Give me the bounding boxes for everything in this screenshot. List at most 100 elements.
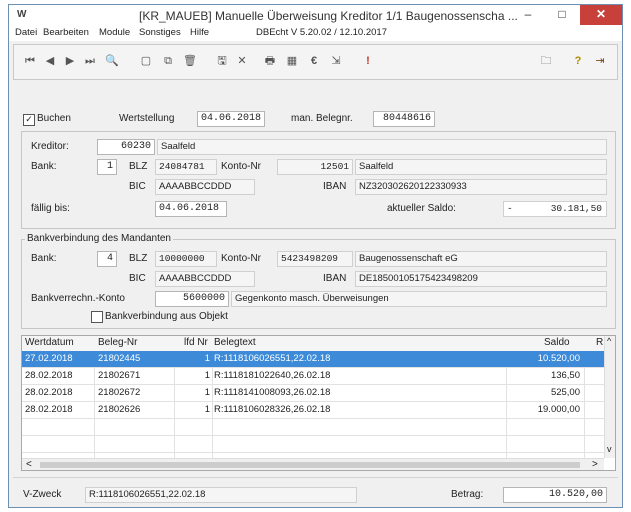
version-label: DBEcht V 5.20.02 / 12.10.2017: [256, 27, 387, 38]
menu-module[interactable]: Module: [99, 27, 130, 38]
mandant-group-legend: Bankverbindung des Mandanten: [25, 233, 173, 244]
kreditor-bank-input[interactable]: 1: [97, 159, 117, 175]
mandant-konto-field: 5423498209: [277, 251, 353, 267]
mandant-bank-input[interactable]: 4: [97, 251, 117, 267]
export-icon[interactable]: ⇲: [328, 53, 344, 69]
cell-belegtext: R:1118141008093,26.02.18: [214, 387, 331, 398]
alert-icon[interactable]: !: [360, 53, 376, 69]
kreditor-name-field: Saalfeld: [157, 139, 607, 155]
search-icon[interactable]: 🔍: [104, 53, 120, 69]
mandant-bic-label: BIC: [129, 273, 146, 284]
cancel-icon[interactable]: ✕: [234, 53, 250, 69]
kreditor-nr-input[interactable]: 60230: [97, 139, 155, 155]
cell-belegnr: 21802445: [98, 353, 141, 364]
col-header-wertdatum[interactable]: Wertdatum: [25, 336, 74, 351]
col-header-lfdnr[interactable]: lfd Nr: [184, 336, 208, 351]
buchen-label: Buchen: [37, 113, 71, 124]
scroll-right-icon[interactable]: >: [592, 459, 598, 470]
scroll-up-icon[interactable]: ^: [607, 336, 611, 346]
mandant-bic-field: AAAABBCCDDD: [155, 271, 255, 287]
previous-record-icon[interactable]: ◀: [42, 53, 58, 69]
menu-sonstiges[interactable]: Sonstiges: [139, 27, 181, 38]
belegnr-input[interactable]: 80448616: [373, 111, 435, 127]
vertical-scrollbar[interactable]: ^ v: [604, 336, 615, 458]
wertstellung-input[interactable]: 04.06.2018: [197, 111, 265, 127]
saldo-label: aktueller Saldo:: [387, 203, 456, 214]
cell-lfdnr: 1: [204, 370, 210, 381]
verrechnung-input[interactable]: 5600000: [155, 291, 229, 307]
saldo-field: - 30.181,50: [503, 201, 607, 217]
mandant-konto-label: Konto-Nr: [221, 253, 262, 264]
col-header-belegtext[interactable]: Belegtext: [214, 336, 256, 351]
cell-belegnr: 21802672: [98, 387, 141, 398]
calculator-icon[interactable]: ▦: [284, 53, 300, 69]
cell-saldo: 19.000,00: [537, 404, 580, 415]
last-record-icon[interactable]: ⏭: [82, 53, 98, 69]
table-row[interactable]: 28.02.2018 21802671 1 R:1118181022640,26…: [22, 368, 604, 384]
kreditor-bankname-field: Saalfeld: [355, 159, 607, 175]
kreditor-iban-field: NZ320302620122330933: [355, 179, 607, 195]
vzweck-label: V-Zweck: [23, 489, 62, 500]
table-row[interactable]: 28.02.2018 21802626 1 R:1118106028326,26…: [22, 402, 604, 418]
mandant-bank-label: Bank:: [31, 253, 57, 264]
next-record-icon[interactable]: ▶: [62, 53, 78, 69]
cell-lfdnr: 1: [204, 353, 210, 364]
scroll-down-icon[interactable]: v: [607, 444, 612, 454]
saldo-value: 30.181,50: [550, 203, 602, 214]
window-title: [KR_MAUEB] Manuelle Überweisung Kreditor…: [139, 9, 518, 23]
new-record-icon[interactable]: ▢: [138, 53, 154, 69]
maximize-button[interactable]: □: [546, 5, 578, 25]
cell-saldo: 525,00: [550, 387, 580, 398]
cell-belegtext: R:1118181022640,26.02.18: [214, 370, 331, 381]
cell-wertdatum: 28.02.2018: [25, 387, 73, 398]
kreditor-bic-field: AAAABBCCDDD: [155, 179, 255, 195]
delete-icon[interactable]: 🗑: [182, 53, 198, 69]
faellig-input[interactable]: 04.06.2018: [155, 201, 227, 217]
minimize-button[interactable]: –: [512, 5, 544, 25]
cell-belegtext: R:1118106028326,26.02.18: [214, 404, 331, 415]
copy-record-icon[interactable]: ⧉: [160, 53, 176, 69]
faellig-label: fällig bis:: [31, 203, 70, 214]
menu-bar: Datei Bearbeiten Module Sonstiges Hilfe …: [9, 25, 622, 41]
folder-icon[interactable]: 🗀: [538, 53, 554, 69]
kreditor-bank-label: Bank:: [31, 161, 57, 172]
mandant-blz-field: 10000000: [155, 251, 217, 267]
kreditor-blz-field: 24084781: [155, 159, 217, 175]
horizontal-scroll-thumb[interactable]: [40, 462, 580, 468]
kreditor-blz-label: BLZ: [129, 161, 148, 172]
col-header-saldo[interactable]: Saldo: [544, 336, 570, 351]
cell-wertdatum: 27.02.2018: [25, 353, 73, 364]
save-icon[interactable]: 🖫: [214, 53, 230, 69]
menu-datei[interactable]: Datei: [15, 27, 37, 38]
objekt-checkbox[interactable]: [91, 311, 103, 323]
cell-wertdatum: 28.02.2018: [25, 370, 73, 381]
menu-bearbeiten[interactable]: Bearbeiten: [43, 27, 89, 38]
verrechnung-text-field: Gegenkonto masch. Überweisungen: [231, 291, 607, 307]
verrechnung-label: Bankverrechn.-Konto: [31, 293, 125, 304]
first-record-icon[interactable]: ⏮: [22, 53, 38, 69]
close-button[interactable]: ✕: [580, 5, 622, 25]
cell-belegnr: 21802671: [98, 370, 141, 381]
horizontal-scrollbar[interactable]: < >: [22, 458, 604, 470]
cell-lfdnr: 1: [204, 404, 210, 415]
help-icon[interactable]: ?: [570, 53, 586, 69]
application-window: W [KR_MAUEB] Manuelle Überweisung Kredit…: [8, 4, 623, 508]
table-row[interactable]: 28.02.2018 21802672 1 R:1118141008093,26…: [22, 385, 604, 401]
scroll-left-icon[interactable]: <: [26, 459, 32, 470]
saldo-sign: -: [507, 203, 513, 214]
kreditor-konto-field: 12501: [277, 159, 353, 175]
table-row-selected[interactable]: 27.02.2018 21802445 1 R:1118106026551,22…: [22, 351, 604, 367]
kreditor-iban-label: IBAN: [323, 181, 347, 192]
col-header-r[interactable]: R: [596, 336, 603, 351]
vzweck-field: R:1118106026551,22.02.18: [85, 487, 357, 503]
wertstellung-label: Wertstellung: [119, 113, 175, 124]
col-header-belegnr[interactable]: Beleg-Nr: [98, 336, 137, 351]
print-icon[interactable]: 🖶: [262, 53, 278, 69]
buchen-checkbox[interactable]: ✓: [23, 114, 35, 126]
kreditor-konto-label: Konto-Nr: [221, 161, 262, 172]
menu-hilfe[interactable]: Hilfe: [190, 27, 209, 38]
exit-icon[interactable]: ⇥: [592, 53, 608, 69]
app-logo: W: [17, 9, 27, 20]
betrag-input[interactable]: 10.520,00: [503, 487, 607, 503]
euro-icon[interactable]: €: [306, 53, 322, 69]
